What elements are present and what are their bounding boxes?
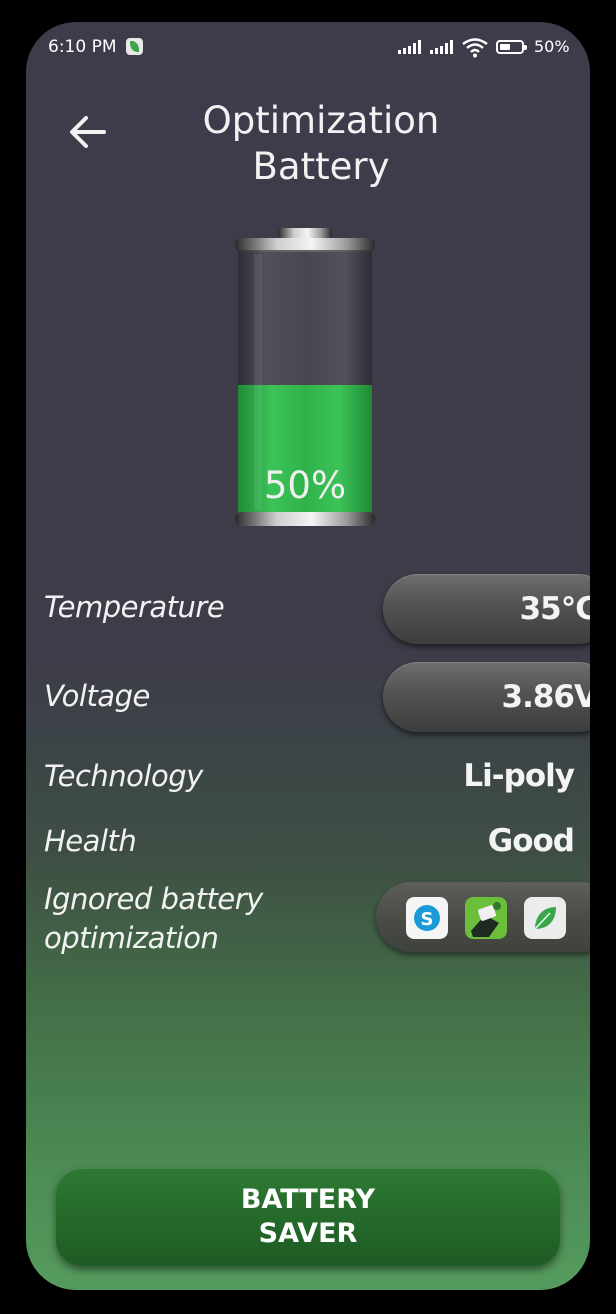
technology-label: Technology — [44, 759, 203, 793]
voltage-pill: 3.86V — [383, 662, 590, 732]
skype-icon[interactable]: S — [406, 897, 448, 939]
wifi-icon — [462, 38, 488, 58]
svg-text:S: S — [421, 909, 434, 930]
voltage-value: 3.86V — [501, 679, 590, 715]
status-battery-percent: 50% — [534, 37, 570, 56]
battery-graphic: 50% — [232, 224, 378, 530]
status-bar: 6:10 PM 50% — [26, 22, 590, 72]
health-value: Good — [487, 823, 575, 859]
signal-icon — [398, 40, 421, 54]
phone-screen: 6:10 PM 50% Optimization Battery 50% Tem… — [26, 22, 590, 1290]
leaf-app-icon[interactable] — [524, 897, 566, 939]
status-time: 6:10 PM — [48, 37, 117, 57]
cleaner-app-icon[interactable] — [465, 897, 507, 939]
battery-saver-button[interactable]: BATTERY SAVER — [56, 1168, 560, 1266]
signal-icon-2 — [430, 40, 453, 54]
arrow-left-icon[interactable] — [64, 108, 112, 156]
temperature-value: 35°C — [519, 591, 590, 627]
battery-percent: 50% — [263, 464, 347, 507]
temperature-pill: 35°C — [383, 574, 590, 644]
ignored-optimization-label: Ignored battery optimization — [44, 882, 263, 955]
page-title: Optimization Battery — [202, 99, 440, 188]
leaf-app-icon — [126, 38, 143, 55]
battery-status-icon — [496, 40, 527, 54]
technology-value: Li-poly — [463, 758, 575, 794]
health-label: Health — [44, 824, 137, 858]
temperature-label: Temperature — [44, 590, 225, 624]
voltage-label: Voltage — [44, 679, 150, 713]
